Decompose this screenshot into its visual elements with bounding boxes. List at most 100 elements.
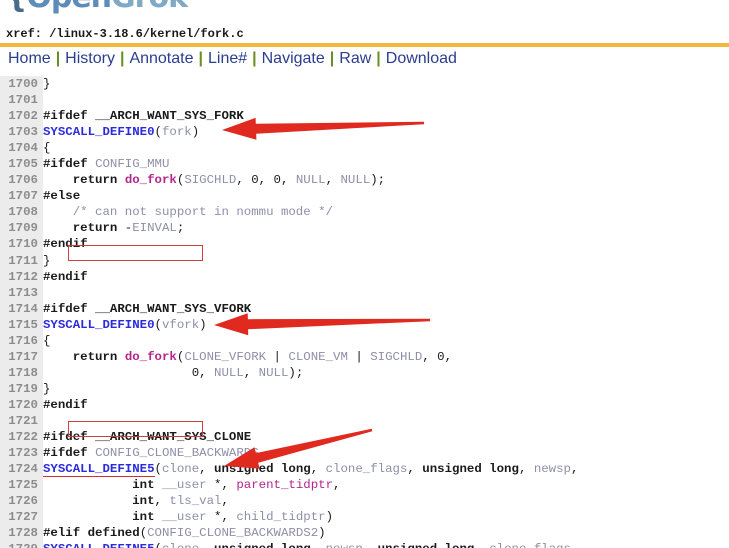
code-token[interactable]: tls_val: [169, 494, 221, 508]
code-line-1704: 1704 {: [0, 140, 578, 156]
line-number[interactable]: 1727: [0, 509, 38, 525]
code-token[interactable]: vfork: [162, 318, 199, 332]
code-token[interactable]: NULL: [214, 366, 244, 380]
line-number[interactable]: 1707: [0, 188, 38, 204]
code-token: |: [347, 349, 371, 364]
nav-link-home[interactable]: Home: [8, 50, 51, 67]
code-token[interactable]: CLONE_VFORK: [184, 350, 266, 364]
code-token[interactable]: CONFIG_CLONE_BACKWARDS2: [147, 526, 318, 540]
code-token: #ifdef: [43, 157, 96, 172]
code-token[interactable]: SYSCALL_DEFINE5: [43, 542, 155, 548]
code-token[interactable]: CLONE_VM: [288, 350, 348, 364]
code-lines: 1700} 1701 1702 #ifdef __ARCH_WANT_SYS_FORK…: [0, 76, 578, 548]
code-token: *,: [206, 510, 237, 525]
code-token[interactable]: newsp: [534, 462, 571, 476]
line-number[interactable]: 1715: [0, 317, 38, 333]
code-token[interactable]: SYSCALL_DEFINE0: [43, 318, 155, 332]
nav-link-navigate[interactable]: Navigate: [262, 50, 325, 67]
line-number[interactable]: 1717: [0, 349, 38, 365]
nav-link-history[interactable]: History: [65, 50, 115, 67]
line-number[interactable]: 1725: [0, 477, 38, 493]
line-number[interactable]: 1728: [0, 525, 38, 541]
code-line-1707: 1707 #else: [0, 188, 578, 204]
line-number[interactable]: 1702: [0, 108, 38, 124]
nav-separator: |: [252, 50, 257, 67]
code-line-1721: 1721: [0, 413, 578, 429]
code-token[interactable]: clone_flags: [326, 462, 408, 476]
line-number[interactable]: 1700: [0, 76, 38, 92]
code-token: ): [199, 317, 207, 332]
code-token[interactable]: clone_flags: [489, 542, 571, 548]
code-token[interactable]: __user: [162, 510, 207, 524]
code-token: ;: [176, 221, 185, 236]
code-token[interactable]: SYSCALL_DEFINE5: [43, 462, 155, 478]
line-number[interactable]: 1710: [0, 236, 38, 252]
code-token: ,: [199, 542, 214, 548]
code-token[interactable]: newsp: [326, 542, 363, 548]
line-number[interactable]: 1719: [0, 381, 38, 397]
line-number[interactable]: 1708: [0, 204, 38, 220]
line-number[interactable]: 1722: [0, 429, 38, 445]
code-token[interactable]: NULL: [296, 173, 326, 187]
code-token: (: [154, 125, 162, 140]
code-token: }: [43, 253, 51, 268]
code-token: int: [132, 510, 155, 525]
line-number[interactable]: 1724: [0, 461, 38, 477]
line-number[interactable]: 1706: [0, 172, 38, 188]
nav-separator: |: [55, 50, 61, 67]
code-token: );: [370, 173, 386, 188]
code-token: ,: [571, 542, 578, 548]
line-number[interactable]: 1718: [0, 365, 38, 381]
code-token[interactable]: NULL: [341, 173, 371, 187]
code-token[interactable]: SIGCHLD: [184, 173, 236, 187]
code-token[interactable]: CONFIG_MMU: [95, 157, 169, 171]
code-token[interactable]: clone: [162, 462, 199, 476]
code-token[interactable]: do_fork: [125, 350, 177, 364]
line-number[interactable]: 1712: [0, 269, 38, 285]
line-number[interactable]: 1701: [0, 92, 38, 108]
code-token: (: [139, 526, 148, 541]
code-token[interactable]: SYSCALL_DEFINE0: [43, 125, 155, 139]
line-number[interactable]: 1729: [0, 541, 38, 548]
line-number[interactable]: 1726: [0, 493, 38, 509]
code-token: ): [325, 510, 334, 525]
code-token[interactable]: __user: [162, 478, 207, 492]
code-token[interactable]: parent_tidptr: [236, 478, 333, 492]
line-number[interactable]: 1709: [0, 220, 38, 236]
nav-link-raw[interactable]: Raw: [339, 50, 371, 67]
code-token[interactable]: EINVAL: [132, 221, 177, 235]
navigation-bar: Home | History | Annotate | Line# | Navigate | Raw…: [0, 47, 729, 117]
code-token[interactable]: child_tidptr: [236, 510, 325, 524]
nav-link-line[interactable]: Line#: [208, 50, 247, 67]
xref-path: xref: /linux-3.18.6/kernel/fork.c: [6, 27, 244, 41]
code-token: ,: [154, 494, 170, 509]
nav-link-download[interactable]: Download: [386, 50, 457, 67]
line-number[interactable]: 1723: [0, 445, 38, 461]
line-number[interactable]: 1720: [0, 397, 38, 413]
code-token: , 0, 0,: [236, 173, 296, 188]
opengrok-logo[interactable]: {OpenGrok: [6, 0, 188, 15]
code-token: unsigned long: [214, 462, 311, 477]
code-line-1728: 1728 #elif defined(CONFIG_CLONE_BACKWARDS…: [0, 525, 578, 541]
code-token[interactable]: clone: [162, 542, 199, 548]
code-token: #ifdef __ARCH_WANT_SYS_CLONE: [43, 430, 252, 445]
line-number[interactable]: 1716: [0, 333, 38, 349]
code-token[interactable]: do_fork: [125, 173, 177, 187]
code-token[interactable]: NULL: [259, 366, 289, 380]
code-token: unsigned long: [422, 462, 519, 477]
code-token: ,: [333, 478, 341, 493]
line-number[interactable]: 1705: [0, 156, 38, 172]
source-code-pane[interactable]: 1700} 1701 1702 #ifdef __ARCH_WANT_SYS_FORK…: [0, 76, 729, 548]
code-token[interactable]: CONFIG_CLONE_BACKWARDS: [95, 446, 259, 460]
line-number[interactable]: 1721: [0, 413, 38, 429]
code-token[interactable]: SIGCHLD: [370, 350, 422, 364]
line-number[interactable]: 1704: [0, 140, 38, 156]
code-token[interactable]: fork: [162, 125, 192, 139]
line-number[interactable]: 1713: [0, 285, 38, 301]
line-number[interactable]: 1714: [0, 301, 38, 317]
nav-link-annotate[interactable]: Annotate: [129, 50, 193, 67]
line-number[interactable]: 1703: [0, 124, 38, 140]
line-number[interactable]: 1711: [0, 253, 38, 269]
